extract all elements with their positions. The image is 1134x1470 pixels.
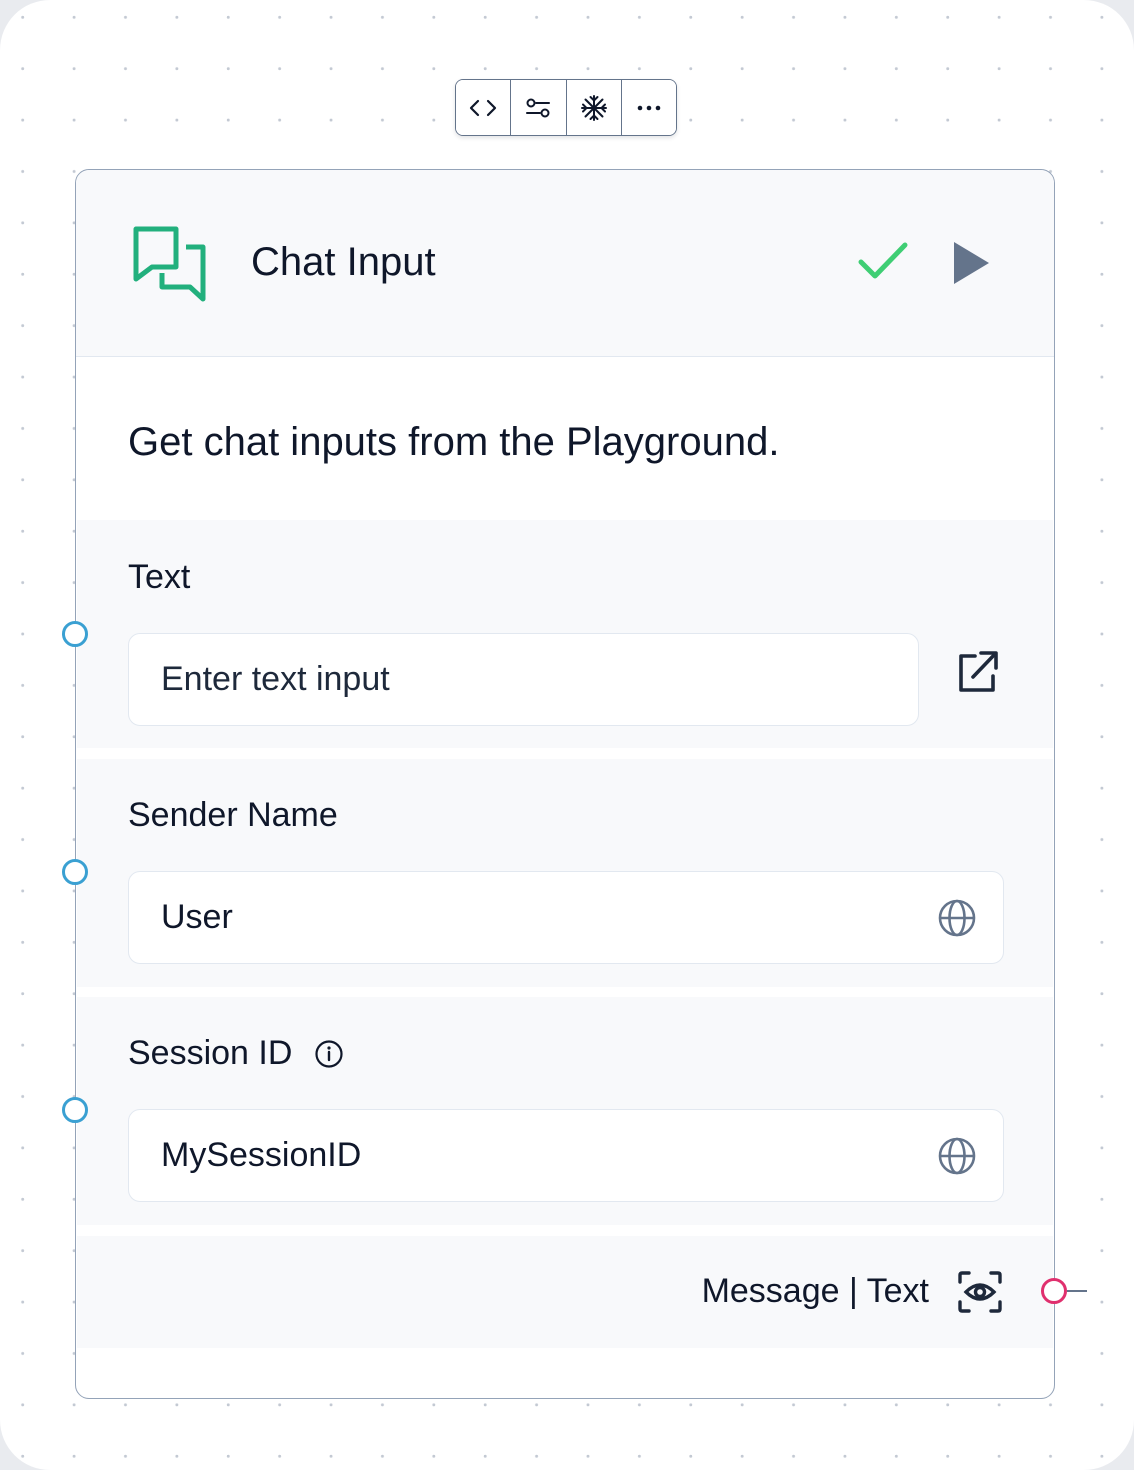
chat-bubbles-icon bbox=[133, 226, 206, 302]
check-icon bbox=[858, 242, 908, 279]
field-label-sender-name: Sender Name bbox=[128, 796, 338, 834]
globe-icon[interactable] bbox=[937, 1136, 977, 1176]
external-link-icon[interactable] bbox=[953, 648, 1001, 696]
sliders-icon bbox=[526, 98, 551, 117]
text-input-placeholder: Enter text input bbox=[161, 660, 390, 698]
sender-name-input[interactable]: User bbox=[128, 871, 1004, 964]
session-id-label-text: Session ID bbox=[128, 1034, 293, 1072]
output-edge-stub bbox=[1067, 1290, 1087, 1292]
eye-icon[interactable] bbox=[957, 1270, 1003, 1314]
field-text-section: Text Enter text input bbox=[77, 520, 1053, 748]
field-label-text: Text bbox=[128, 558, 191, 596]
output-label: Message | Text bbox=[701, 1272, 929, 1310]
output-handle-message[interactable] bbox=[1041, 1278, 1067, 1304]
field-label-session-id: Session ID bbox=[128, 1034, 344, 1073]
field-session-section: Session ID MySessionID bbox=[77, 997, 1053, 1225]
info-icon[interactable] bbox=[314, 1039, 344, 1069]
flow-canvas[interactable]: Chat Input Get chat inputs from the Play… bbox=[0, 0, 1134, 1470]
session-id-value: MySessionID bbox=[161, 1136, 362, 1174]
node-toolbar bbox=[455, 79, 677, 136]
node-title: Chat Input bbox=[251, 240, 436, 284]
node-header: Chat Input bbox=[76, 170, 1054, 357]
node-description: Get chat inputs from the Playground. bbox=[128, 420, 780, 464]
output-section: Message | Text bbox=[77, 1236, 1053, 1348]
controls-button[interactable] bbox=[511, 80, 567, 135]
input-handle-text[interactable] bbox=[62, 621, 88, 647]
ellipsis-icon bbox=[637, 105, 661, 110]
more-button[interactable] bbox=[621, 80, 676, 135]
code-icon bbox=[470, 99, 497, 116]
freeze-button[interactable] bbox=[566, 80, 622, 135]
globe-icon[interactable] bbox=[937, 898, 977, 938]
snowflake-icon bbox=[580, 94, 607, 121]
input-handle-session-id[interactable] bbox=[62, 1097, 88, 1123]
input-handle-sender-name[interactable] bbox=[62, 859, 88, 885]
field-sender-section: Sender Name User bbox=[77, 759, 1053, 987]
run-button[interactable] bbox=[949, 238, 993, 288]
session-id-input[interactable]: MySessionID bbox=[128, 1109, 1004, 1202]
sender-name-value: User bbox=[161, 898, 233, 936]
code-button[interactable] bbox=[456, 80, 512, 135]
text-input[interactable]: Enter text input bbox=[128, 633, 919, 726]
chat-input-node[interactable]: Chat Input Get chat inputs from the Play… bbox=[62, 169, 1087, 1399]
